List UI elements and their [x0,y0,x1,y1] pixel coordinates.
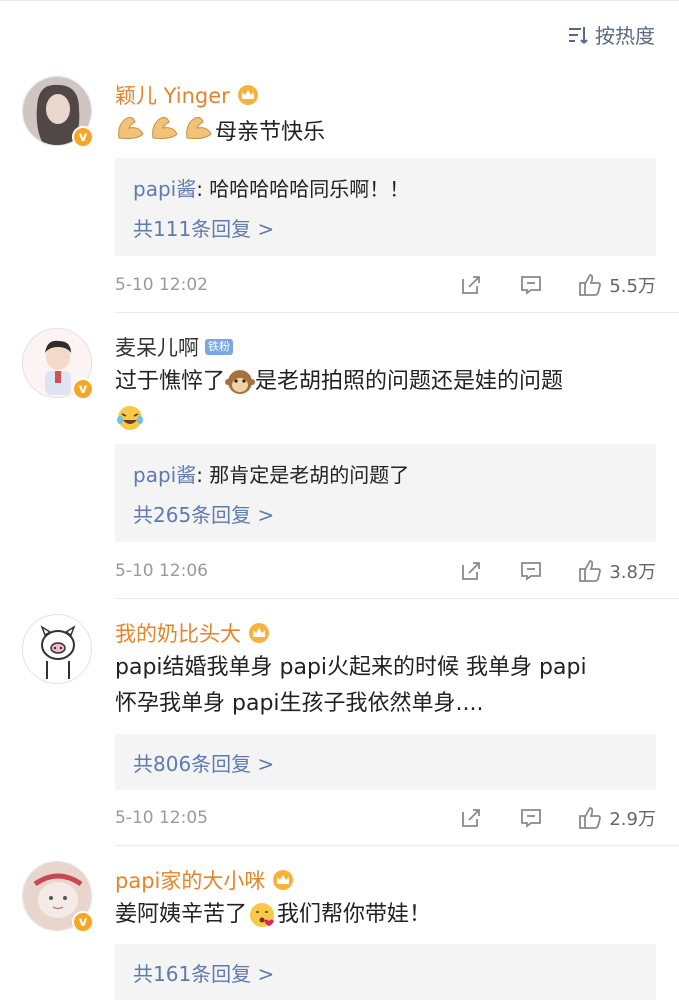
reply-author[interactable]: papi酱 [133,459,196,488]
reply-preview[interactable]: papi酱 : 哈哈哈哈哈同乐啊！！ 共111条回复 > [115,158,656,256]
view-replies-link[interactable]: 共806条回复 > [133,742,638,782]
like-button[interactable]: 3.8万 [577,558,656,584]
view-replies-link[interactable]: 共111条回复 > [133,207,638,247]
avatar[interactable] [22,614,92,684]
laughing-crying-emoji-icon [117,406,143,430]
timestamp: 5-10 12:06 [115,561,208,581]
like-count: 2.9万 [609,809,656,830]
share-icon[interactable] [459,806,483,830]
verified-badge-icon: v [72,911,94,933]
like-count: 3.8万 [609,562,656,583]
username[interactable]: 颖儿 Yinger [115,80,260,110]
comment-icon[interactable] [519,559,543,583]
reply-preview[interactable]: papi酱 : 那肯定是老胡的问题了 共265条回复 > [115,444,656,542]
reply-text: : 哈哈哈哈哈同乐啊！！ [196,176,410,201]
reply-author[interactable]: papi酱 [133,173,196,202]
view-replies-link[interactable]: 共161条回复 > [133,952,638,992]
crown-badge-icon [237,85,258,105]
thumbs-up-icon [579,807,602,829]
crown-badge-icon [273,870,294,890]
comment-icon[interactable] [519,273,543,297]
top-divider [0,0,679,5]
kissing-emoji-icon [250,903,275,927]
comment-icon[interactable] [519,806,543,830]
comment-meta: 5-10 12:06 3.8万 [115,556,656,586]
share-icon[interactable] [459,273,483,297]
reply-preview[interactable]: 共161条回复 > [115,944,656,1000]
comment-text: papi结婚我单身 papi火起来的时候 我单身 papi 怀孕我单身 papi… [115,655,587,716]
timestamp: 5-10 12:05 [115,808,208,828]
divider [115,312,679,313]
thumbs-up-icon [579,560,602,582]
like-button[interactable]: 2.9万 [577,805,656,831]
fan-badge: 铁粉 [205,339,233,355]
sort-label: 按热度 [595,24,655,48]
verified-badge-icon: v [72,126,94,148]
username[interactable]: 麦呆儿啊 铁粉 [115,332,233,362]
comment-text: 姜阿姨辛苦了 我们帮你带娃！ [115,902,432,927]
comment-meta: 5-10 12:05 2.9万 [115,803,656,833]
flexed-biceps-icon [115,112,215,154]
sort-icon [569,26,588,44]
sort-by-hot-button[interactable]: 按热度 [567,20,655,49]
username[interactable]: papi家的大小咪 [115,865,295,895]
reply-line: papi酱 : 那肯定是老胡的问题了 [133,453,638,493]
avatar[interactable]: v [22,861,94,933]
username[interactable]: 我的奶比头大 [115,618,271,648]
reply-line: papi酱 : 哈哈哈哈哈同乐啊！！ [133,167,638,207]
comment-text: 母亲节快乐 [115,112,660,154]
comment-meta: 5-10 12:02 5.5万 [115,270,656,300]
divider [115,845,679,846]
crown-badge-icon [249,623,269,643]
monkey-emoji-icon [225,370,256,394]
verified-badge-icon: v [72,378,94,400]
like-button[interactable]: 5.5万 [577,272,656,298]
avatar[interactable]: v [22,328,94,400]
like-count: 5.5万 [609,276,656,297]
thumbs-up-icon [579,274,602,296]
view-replies-link[interactable]: 共265条回复 > [133,493,638,533]
reply-preview[interactable]: 共806条回复 > [115,734,656,790]
avatar[interactable]: v [22,76,94,148]
share-icon[interactable] [459,559,483,583]
comment-text: 过于憔悴了 是老胡拍照的问题还是娃的问题 [115,364,660,436]
reply-text: : 那肯定是老胡的问题了 [196,462,410,487]
timestamp: 5-10 12:02 [115,275,208,295]
divider [115,598,679,599]
